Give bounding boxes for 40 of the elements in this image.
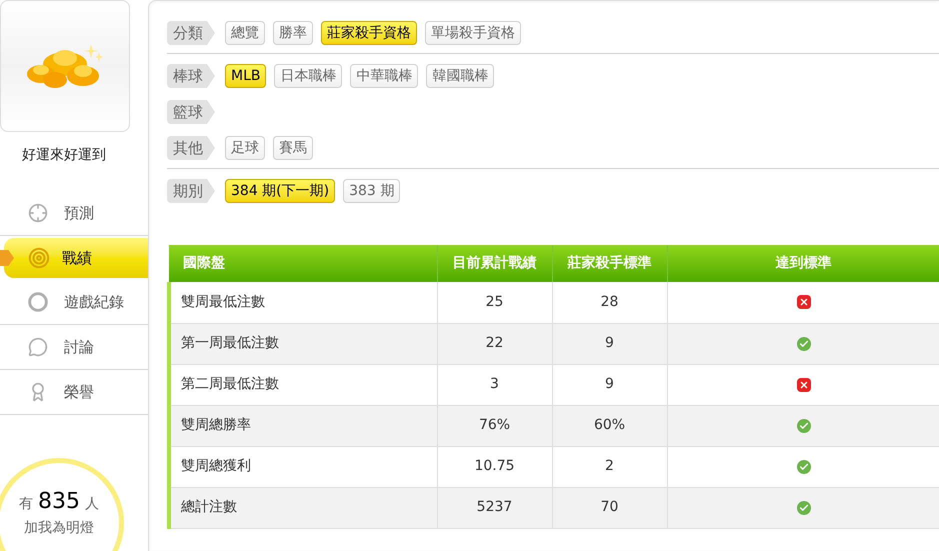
filter-chip[interactable]: 賽馬 [273,136,313,160]
filter-label: 籃球 [167,100,215,124]
profile-name: 好運來好運到 [21,146,107,165]
filter-label: 期別 [167,179,215,203]
table-cell: 76% [437,405,552,446]
filter-label: 其他 [167,136,215,160]
table-cell: 2 [552,446,667,487]
follower-caption: 加我為明燈 [24,519,94,538]
nav-item[interactable]: 戰績 [4,238,148,278]
filter-chip[interactable]: 韓國職棒 [426,64,494,88]
table-cell: 22 [437,323,552,364]
table-cell: 3 [437,364,552,405]
filter-chip[interactable]: 足球 [225,136,265,160]
filter-chip[interactable]: 勝率 [273,21,313,45]
table-cell: 9 [552,323,667,364]
table-cell: 60% [552,405,667,446]
filter-chip[interactable]: 中華職棒 [350,64,418,88]
table-cell: 9 [552,364,667,405]
filter-chip[interactable]: 383 期 [343,179,400,203]
follower-suffix: 人 [85,495,99,514]
filter-chip[interactable]: 日本職棒 [274,64,342,88]
follower-prefix: 有 [19,495,33,514]
filter-label: 分類 [167,21,215,45]
filter-chip[interactable]: 莊家殺手資格 [321,21,417,45]
filter-chip[interactable]: 總覽 [225,21,265,45]
table-cell: 10.75 [437,446,552,487]
table-cell: 28 [552,282,667,323]
crosshair-icon [28,203,48,223]
ring-icon [28,292,48,312]
table-cell: 25 [437,282,552,323]
filter-label: 棒球 [167,64,215,88]
follower-count: 835 [38,488,80,516]
table-cell: 70 [552,487,667,528]
filter-chip[interactable]: 單場殺手資格 [425,21,521,45]
table-cell: 總計注數 [169,487,437,528]
speech-bubble-icon [28,337,48,357]
target-icon [28,247,50,269]
filter-chip[interactable]: MLB [225,64,266,88]
table-cell: 5237 [437,487,552,528]
filter-chip[interactable]: 384 期(下一期) [225,179,336,203]
